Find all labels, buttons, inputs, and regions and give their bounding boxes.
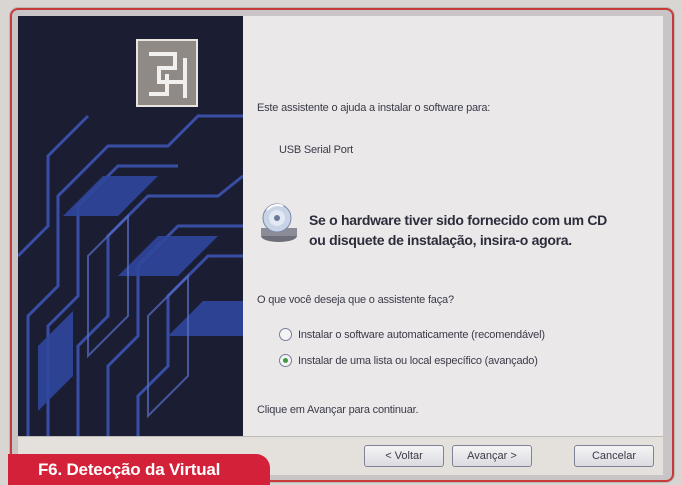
wizard-intro-text: Este assistente o ajuda a instalar o sof…	[257, 102, 491, 114]
radio-button[interactable]	[279, 328, 292, 341]
option-install-automatically[interactable]: Instalar o software automaticamente (rec…	[279, 328, 545, 341]
back-button[interactable]: < Voltar	[364, 445, 444, 467]
option-install-from-list[interactable]: Instalar de uma lista ou local específic…	[279, 354, 538, 367]
radio-button-selected[interactable]	[279, 354, 292, 367]
wizard-question: O que você deseja que o assistente faça?	[257, 294, 454, 306]
cd-prompt-line2: ou disquete de instalação, insira-o agor…	[309, 232, 572, 248]
device-name: USB Serial Port	[279, 144, 354, 156]
hardware-wizard-icon	[135, 38, 199, 108]
cd-prompt-line1: Se o hardware tiver sido fornecido com u…	[309, 212, 607, 228]
wizard-content-pane: Este assistente o ajuda a instalar o sof…	[243, 16, 663, 436]
cd-disc-icon	[257, 202, 301, 246]
option-label: Instalar o software automaticamente (rec…	[298, 328, 545, 341]
banner-pattern	[18, 114, 243, 436]
continue-hint: Clique em Avançar para continuar.	[257, 404, 419, 416]
next-button[interactable]: Avançar >	[452, 445, 532, 467]
option-label: Instalar de uma lista ou local específic…	[298, 354, 538, 367]
wizard-side-banner	[18, 16, 243, 436]
cancel-button[interactable]: Cancelar	[574, 445, 654, 467]
figure-caption: F6. Detecção da Virtual	[8, 454, 270, 485]
found-new-hardware-wizard: Este assistente o ajuda a instalar o sof…	[10, 8, 674, 482]
